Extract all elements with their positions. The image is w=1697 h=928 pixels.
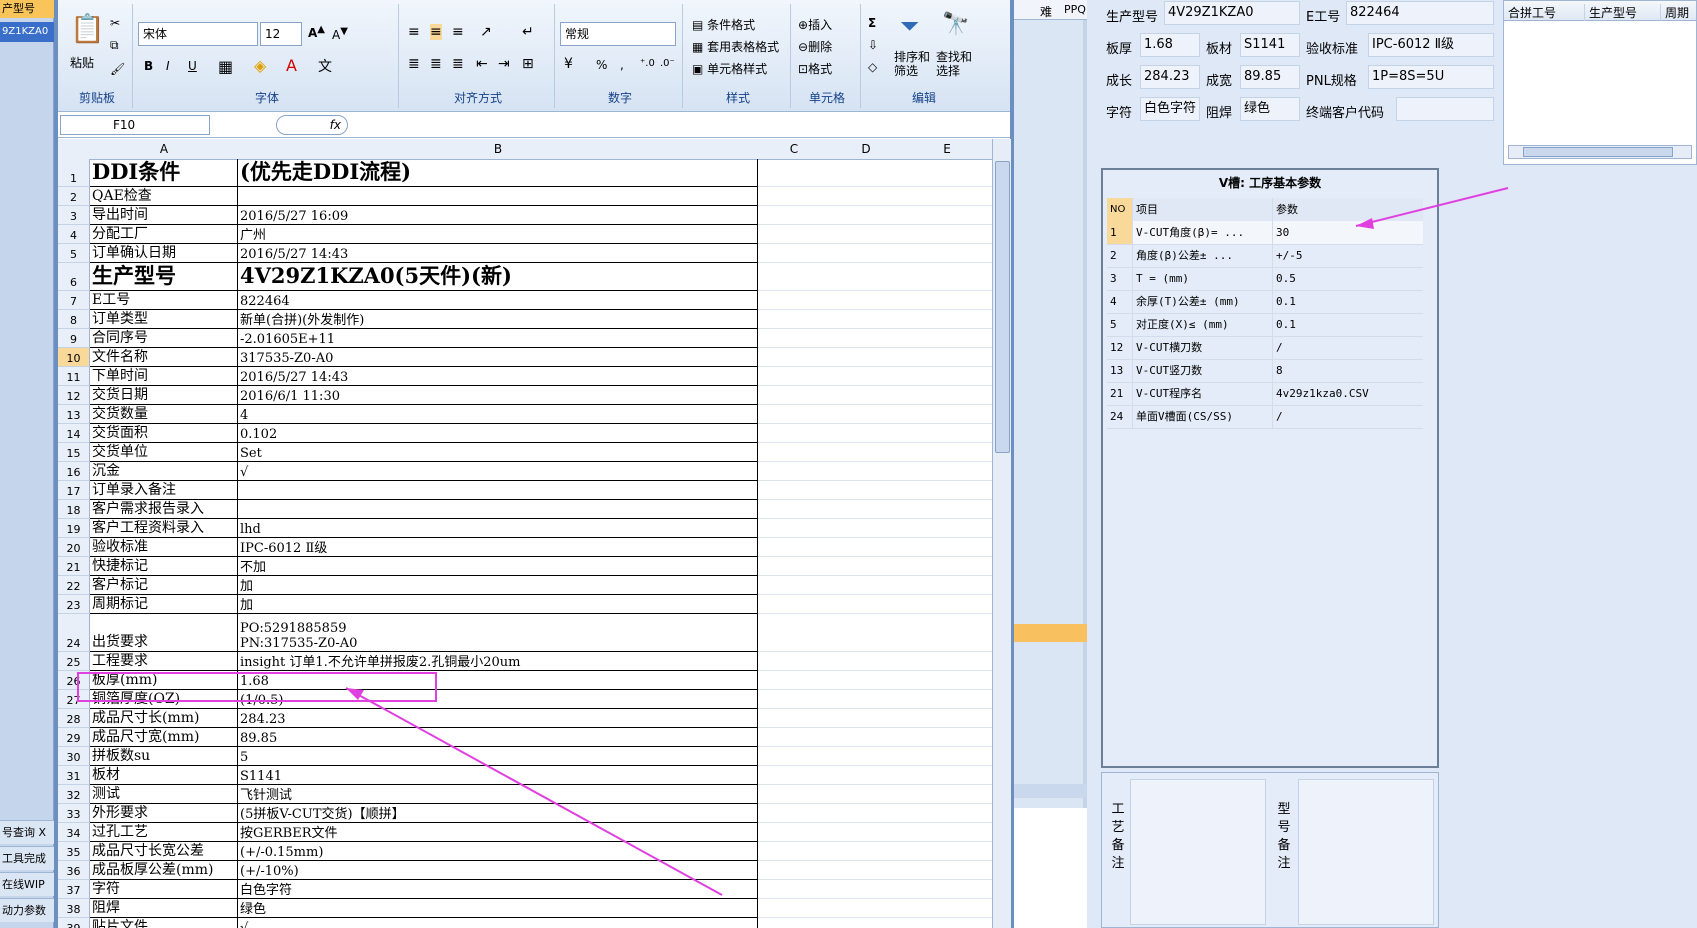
annotation-overlay <box>77 187 1509 896</box>
annotation-arrow-right <box>1355 187 1509 227</box>
annotation-arrowhead-left <box>346 688 364 700</box>
highlight-box-thickness <box>77 672 437 702</box>
annotation-arrowhead-right <box>1356 218 1374 229</box>
annotation-arrow-left <box>345 687 723 896</box>
